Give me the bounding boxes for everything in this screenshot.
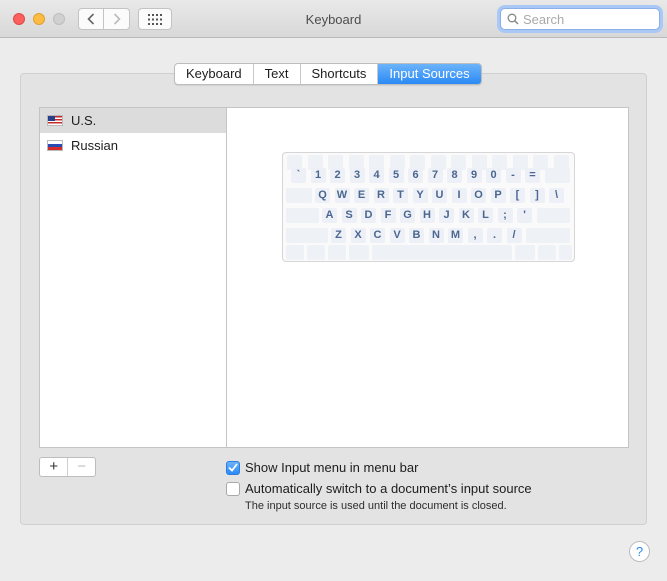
title-bar: Keyboard	[0, 0, 667, 38]
auto-switch-checkbox[interactable]	[226, 481, 240, 496]
keyboard-key: 6	[408, 168, 423, 183]
show-input-menu-checkbox[interactable]	[226, 460, 240, 475]
auto-switch-note: The input source is used until the docum…	[245, 500, 507, 512]
tab-input-sources[interactable]: Input Sources	[378, 64, 481, 84]
keyboard-key: =	[525, 168, 540, 183]
show-input-menu-option[interactable]: Show Input menu in menu bar	[226, 460, 418, 475]
keyboard-key: ;	[497, 208, 513, 223]
list-item-label: Russian	[71, 138, 118, 153]
keyboard-key: 0	[486, 168, 501, 183]
tab-keyboard[interactable]: Keyboard	[175, 64, 254, 84]
keyboard-key: N	[428, 228, 444, 243]
keyboard-key: 8	[447, 168, 462, 183]
add-remove-control: + −	[39, 457, 96, 477]
keyboard-key: Q	[315, 188, 330, 203]
keyboard-modifier-key	[544, 168, 570, 183]
tab-shortcuts[interactable]: Shortcuts	[301, 64, 379, 84]
keyboard-key: 7	[427, 168, 443, 183]
keyboard-key: 1	[310, 168, 326, 183]
search-input[interactable]	[523, 11, 653, 27]
keyboard-modifier-key	[286, 228, 328, 243]
keyboard-key: J	[439, 208, 454, 223]
keyboard-key: [	[510, 188, 525, 203]
keyboard-key: .	[487, 228, 502, 243]
list-item-russian[interactable]: Russian	[40, 133, 226, 158]
keyboard-modifier-key	[286, 245, 304, 260]
show-input-menu-label: Show Input menu in menu bar	[245, 460, 419, 475]
keyboard-key: M	[448, 228, 463, 243]
auto-switch-label: Automatically switch to a document’s inp…	[245, 481, 532, 496]
keyboard-key: F	[380, 208, 396, 223]
keyboard-modifier-key	[536, 208, 570, 223]
keyboard-key: \	[549, 188, 564, 203]
keyboard-key: A	[322, 208, 337, 223]
tab-bar: Keyboard Text Shortcuts Input Sources	[174, 63, 482, 85]
checkmark-icon	[228, 463, 238, 472]
keyboard-space-key	[372, 245, 512, 260]
us-flag-icon	[47, 115, 63, 126]
keyboard-key: W	[334, 188, 350, 203]
keyboard-key: 4	[369, 168, 384, 183]
keyboard-key: V	[389, 228, 405, 243]
keyboard-key: E	[354, 188, 369, 203]
keyboard-key: -	[505, 168, 521, 183]
keyboard-modifier-key	[515, 245, 535, 260]
keyboard-layout-preview: ` 1 2 3 4 5 6 7 8 9 0- = Q W E R T Y U I O P [] \ A S D F G H J K L; ' Z X C…	[282, 152, 575, 262]
add-input-source-button[interactable]: +	[40, 458, 67, 476]
keyboard-key: B	[409, 228, 424, 243]
keyboard-key: L	[478, 208, 493, 223]
keyboard-key: P	[490, 188, 506, 203]
keyboard-modifier-key	[559, 245, 572, 260]
keyboard-key: C	[370, 228, 385, 243]
keyboard-key: O	[471, 188, 486, 203]
keyboard-key: 3	[349, 168, 365, 183]
help-button[interactable]: ?	[629, 541, 650, 562]
ru-flag-icon	[47, 140, 63, 151]
list-item-label: U.S.	[71, 113, 97, 128]
keyboard-modifier-key	[538, 245, 556, 260]
keyboard-modifier-key	[526, 228, 570, 243]
keyboard-key: Y	[412, 188, 428, 203]
list-item-us[interactable]: U.S.	[40, 108, 226, 133]
keyboard-key: '	[517, 208, 532, 223]
keyboard-key: D	[361, 208, 376, 223]
keyboard-modifier-key	[328, 245, 346, 260]
keyboard-key: /	[506, 228, 522, 243]
keyboard-key: ]	[529, 188, 545, 203]
keyboard-key: ,	[467, 228, 483, 243]
keyboard-key: R	[373, 188, 389, 203]
keyboard-key: 9	[466, 168, 482, 183]
search-icon	[507, 13, 519, 25]
keyboard-key: T	[393, 188, 408, 203]
remove-input-source-button[interactable]: −	[67, 458, 95, 476]
keyboard-modifier-key	[349, 245, 369, 260]
keyboard-key: X	[350, 228, 366, 243]
keyboard-key: `	[291, 168, 306, 183]
input-source-list[interactable]: U.S. Russian	[39, 107, 227, 448]
keyboard-key: S	[341, 208, 357, 223]
keyboard-key: Z	[331, 228, 346, 243]
keyboard-key: H	[419, 208, 435, 223]
keyboard-key: G	[400, 208, 415, 223]
keyboard-modifier-key	[307, 245, 325, 260]
search-field[interactable]	[500, 8, 660, 30]
keyboard-key: I	[451, 188, 467, 203]
keyboard-key: K	[458, 208, 474, 223]
keyboard-modifier-key	[286, 208, 319, 223]
keyboard-key: 5	[388, 168, 404, 183]
keyboard-key: 2	[330, 168, 345, 183]
tab-text[interactable]: Text	[254, 64, 301, 84]
keyboard-modifier-key	[286, 188, 312, 203]
auto-switch-option[interactable]: Automatically switch to a document’s inp…	[226, 481, 532, 496]
keyboard-key: U	[432, 188, 447, 203]
